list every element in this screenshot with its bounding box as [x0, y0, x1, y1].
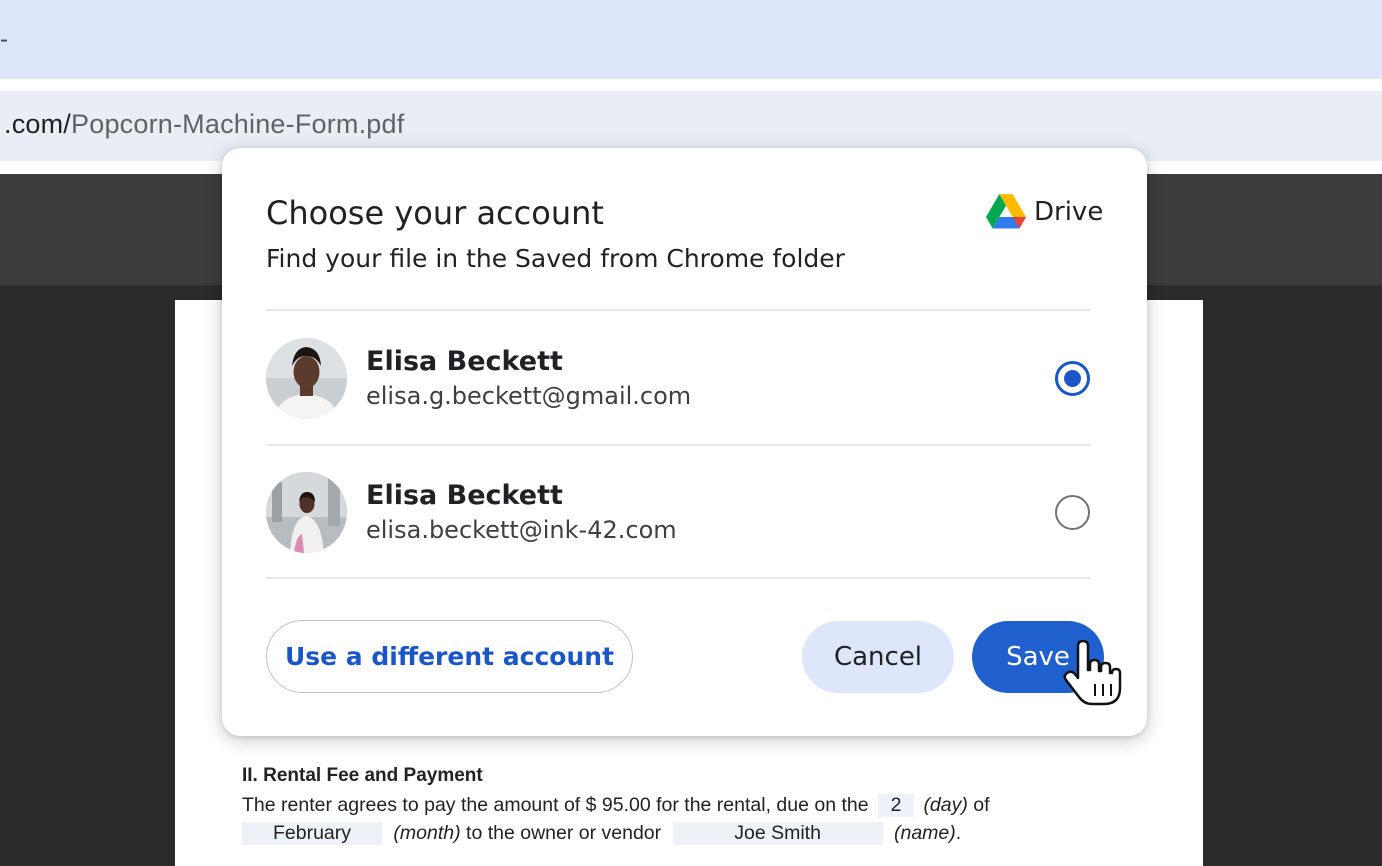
use-different-account-button[interactable]: Use a different account [266, 620, 633, 693]
name-field[interactable]: Joe Smith [672, 822, 883, 845]
day-field[interactable]: 2 [878, 794, 915, 817]
dialog-title: Choose your account [266, 194, 604, 232]
chrome-gap [0, 79, 1382, 91]
url-path: Popcorn-Machine-Form.pdf [71, 109, 405, 139]
divider [266, 577, 1090, 579]
tab-edge-text: - [0, 26, 8, 53]
account-radio-selected[interactable] [1055, 361, 1090, 396]
drive-label: Drive [1034, 197, 1104, 227]
dialog-subtitle: Find your file in the Saved from Chrome … [266, 244, 845, 273]
drive-brand: Drive [986, 192, 1103, 232]
google-drive-icon [986, 194, 1026, 229]
document-line-1: The renter agrees to pay the amount of $… [242, 794, 990, 817]
cancel-button[interactable]: Cancel [802, 621, 954, 693]
line2-middle: to the owner or vendor [466, 822, 662, 844]
url-text[interactable]: .com/Popcorn-Machine-Form.pdf [4, 109, 404, 140]
document-section-heading: II. Rental Fee and Payment [242, 765, 483, 786]
divider [266, 309, 1090, 311]
avatar [266, 472, 347, 553]
line1-suffix: of [973, 794, 990, 816]
account-name: Elisa Beckett [366, 480, 563, 511]
day-label: (day) [923, 794, 968, 816]
account-email: elisa.beckett@ink-42.com [366, 516, 677, 544]
url-host: .com/ [4, 109, 72, 139]
account-row-1[interactable]: Elisa Beckett elisa.g.beckett@gmail.com [266, 312, 1090, 444]
choose-account-dialog: Choose your account Find your file in th… [222, 148, 1147, 736]
tab-strip: - [0, 0, 1382, 79]
month-field[interactable]: February [242, 822, 382, 845]
name-label: (name) [894, 822, 956, 844]
account-radio-unselected[interactable] [1055, 495, 1090, 530]
avatar [266, 338, 347, 419]
month-label: (month) [393, 822, 461, 844]
account-name: Elisa Beckett [366, 346, 563, 377]
line2-end: . [955, 822, 962, 844]
document-line-2: February (month) to the owner or vendor … [242, 822, 961, 845]
account-email: elisa.g.beckett@gmail.com [366, 382, 692, 410]
account-row-2[interactable]: Elisa Beckett elisa.beckett@ink-42.com [266, 446, 1090, 578]
line1-prefix: The renter agrees to pay the amount of $… [242, 794, 869, 816]
hand-pointer-cursor-icon [1063, 640, 1122, 706]
